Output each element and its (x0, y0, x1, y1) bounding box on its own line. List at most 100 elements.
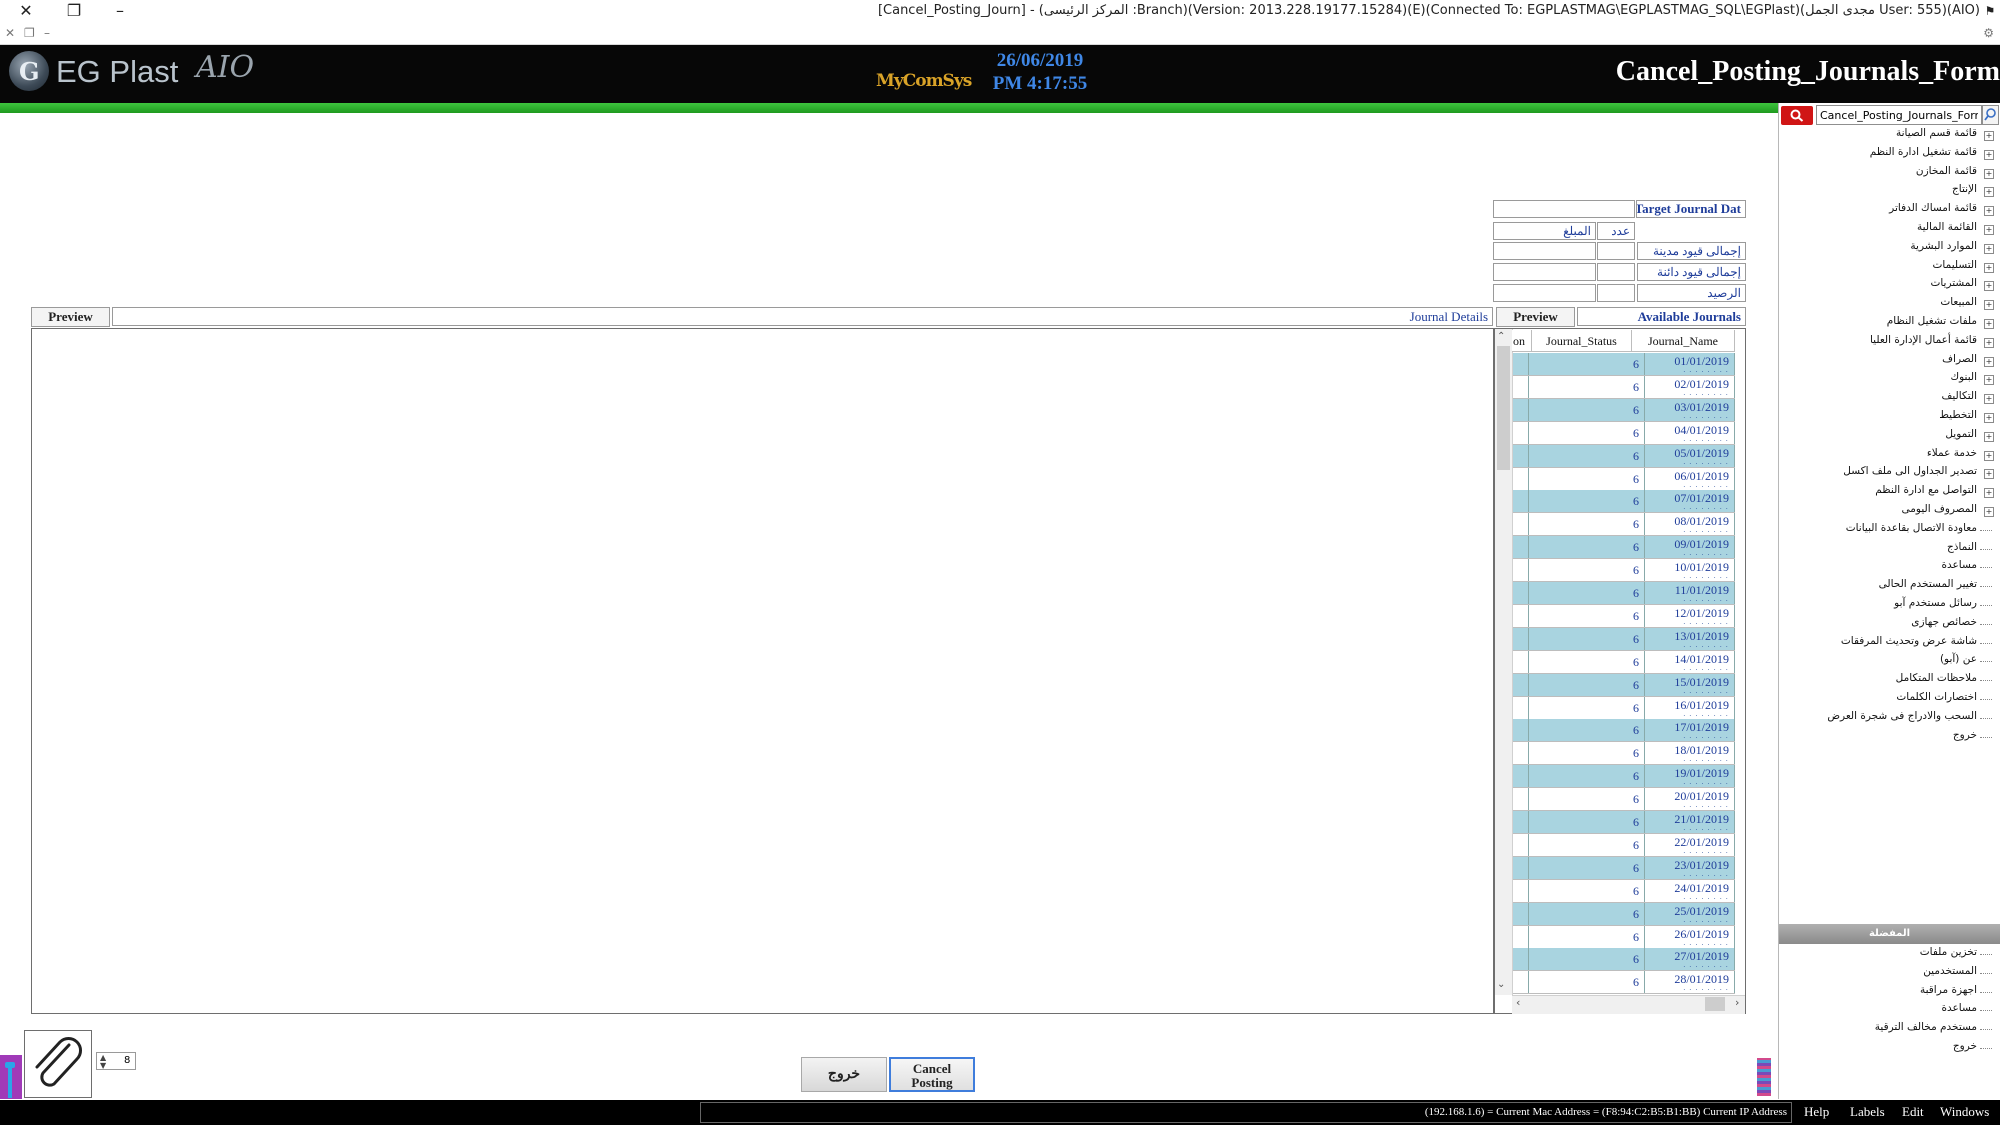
favorite-item[interactable]: المستخدمين (1923, 965, 1977, 977)
cancel-posting-button[interactable]: Cancel Posting (889, 1057, 975, 1092)
expand-icon[interactable]: + (1984, 168, 1994, 179)
menu-windows[interactable]: Windows (1940, 1104, 1989, 1120)
table-row[interactable]: 6 23/01/2019 · · · · · · · · (1513, 856, 1735, 880)
table-row[interactable]: 6 08/01/2019 · · · · · · · · (1513, 513, 1735, 537)
table-row[interactable]: 6 09/01/2019 · · · · · · · · (1513, 536, 1735, 560)
expand-icon[interactable]: + (1984, 281, 1994, 292)
tree-item[interactable]: المشتريات (1930, 277, 1977, 289)
search-go-button[interactable] (1982, 105, 1999, 125)
table-row[interactable]: 6 11/01/2019 · · · · · · · · (1513, 582, 1735, 605)
table-row[interactable]: 6 01/01/2019 · · · · · · · · (1513, 353, 1735, 376)
expand-icon[interactable]: + (1984, 450, 1994, 461)
tree-item[interactable]: تصدير الجداول الى ملف اكسل (1843, 465, 1977, 477)
tree-item[interactable]: خصائص جهازى (1911, 616, 1977, 628)
table-row[interactable]: 6 27/01/2019 · · · · · · · · (1513, 948, 1735, 972)
table-row[interactable]: 6 15/01/2019 · · · · · · · · (1513, 673, 1735, 697)
mdi-restore-icon[interactable]: ❐ (24, 26, 35, 40)
target-journal-date-input[interactable] (1493, 200, 1635, 218)
table-row[interactable]: 6 04/01/2019 · · · · · · · · (1513, 421, 1735, 445)
expand-icon[interactable]: + (1984, 131, 1994, 141)
details-preview-button[interactable]: Preview (31, 307, 110, 327)
expand-icon[interactable]: + (1984, 262, 1994, 273)
tree-item[interactable]: المبيعات (1940, 296, 1977, 308)
expand-icon[interactable]: + (1984, 337, 1994, 348)
tree-item[interactable]: قائمة امساك الدفاتر (1889, 202, 1977, 214)
tree-item[interactable]: رسائل مستخدم آبو (1894, 597, 1977, 609)
tree-item[interactable]: خدمة عملاء (1927, 447, 1977, 459)
expand-icon[interactable]: + (1984, 488, 1994, 499)
scroll-up-icon[interactable]: ⌃ (1497, 331, 1505, 342)
tree-item[interactable]: قائمة تشغيل ادارة النظم (1870, 146, 1977, 158)
summary-amount-field[interactable] (1493, 263, 1596, 281)
grid-vertical-scroll-thumb[interactable] (1497, 346, 1510, 470)
favorite-item[interactable]: مساعدة (1942, 1002, 1977, 1014)
tree-item[interactable]: خروج (1953, 729, 1977, 741)
scroll-right-icon[interactable]: › (1735, 996, 1739, 1009)
expand-icon[interactable]: + (1984, 225, 1994, 235)
expand-icon[interactable]: + (1984, 243, 1994, 254)
tree-item[interactable]: البنوك (1950, 371, 1977, 383)
journals-preview-button[interactable]: Preview (1496, 307, 1575, 327)
tree-item[interactable]: التمويل (1945, 428, 1977, 440)
grid-horizontal-scroll-thumb[interactable] (1705, 997, 1725, 1011)
table-row[interactable]: 6 19/01/2019 · · · · · · · · (1513, 765, 1735, 789)
expand-icon[interactable]: + (1984, 394, 1994, 405)
search-button[interactable] (1781, 106, 1813, 125)
attachment-button[interactable] (24, 1030, 92, 1098)
tree-item[interactable]: التواصل مع ادارة النظم (1875, 484, 1977, 496)
table-row[interactable]: 6 06/01/2019 · · · · · · · · (1513, 467, 1735, 491)
expand-icon[interactable]: + (1984, 375, 1994, 386)
tree-item[interactable]: النماذج (1947, 541, 1977, 553)
grid-header-extra[interactable]: on (1512, 330, 1532, 352)
expand-icon[interactable]: + (1984, 469, 1994, 480)
summary-count-field[interactable] (1597, 263, 1635, 281)
table-row[interactable]: 6 13/01/2019 · · · · · · · · (1513, 627, 1735, 651)
minimize-window-button[interactable]: – (100, 0, 140, 24)
tree-item[interactable]: ملاحظات المتكامل (1896, 672, 1977, 684)
close-window-button[interactable]: ✕ (6, 0, 46, 24)
tree-item[interactable]: المصروف اليومى (1902, 503, 1977, 515)
tree-item[interactable]: الإنتاج (1952, 183, 1977, 195)
grid-header-name[interactable]: Journal_Name (1632, 330, 1735, 352)
tree-item[interactable]: ملفات تشغيل النظام (1887, 315, 1977, 327)
exit-button[interactable]: خروج (801, 1057, 887, 1092)
favorite-item[interactable]: اجهزة مراقبة (1920, 984, 1977, 996)
mdi-settings-icon[interactable]: ⚙ (1983, 26, 1994, 40)
table-row[interactable]: 6 26/01/2019 · · · · · · · · (1513, 925, 1735, 949)
table-row[interactable]: 6 17/01/2019 · · · · · · · · (1513, 719, 1735, 743)
expand-icon[interactable]: + (1984, 187, 1994, 198)
table-row[interactable]: 6 22/01/2019 · · · · · · · · (1513, 833, 1735, 857)
search-input[interactable] (1816, 105, 1982, 125)
tree-item[interactable]: تغيير المستخدم الحالى (1879, 578, 1977, 590)
tree-item[interactable]: عن (آبو) (1940, 653, 1977, 665)
menu-help[interactable]: Help (1804, 1104, 1829, 1120)
stepper-down-icon[interactable]: ▼ (100, 1061, 106, 1070)
table-row[interactable]: 6 18/01/2019 · · · · · · · · (1513, 742, 1735, 766)
tree-item[interactable]: السحب والادراج فى شجرة العرض (1827, 710, 1977, 722)
tree-item[interactable]: الصراف (1942, 353, 1977, 365)
table-row[interactable]: 6 25/01/2019 · · · · · · · · (1513, 902, 1735, 926)
tree-item[interactable]: قائمة قسم الصيانة (1896, 127, 1977, 139)
expand-icon[interactable]: + (1984, 300, 1994, 311)
expand-icon[interactable]: + (1984, 206, 1994, 217)
summary-amount-field[interactable] (1493, 284, 1596, 302)
tree-item[interactable]: قائمة أعمال الإدارة العليا (1870, 334, 1977, 346)
table-row[interactable]: 6 20/01/2019 · · · · · · · · (1513, 788, 1735, 812)
table-row[interactable]: 6 16/01/2019 · · · · · · · · (1513, 696, 1735, 720)
tree-item[interactable]: قائمة المخازن (1916, 165, 1977, 177)
tree-item[interactable]: التكاليف (1941, 390, 1977, 402)
table-row[interactable]: 6 10/01/2019 · · · · · · · · (1513, 559, 1735, 583)
table-row[interactable]: 6 12/01/2019 · · · · · · · · (1513, 604, 1735, 628)
expand-icon[interactable]: + (1984, 356, 1994, 367)
table-row[interactable]: 6 24/01/2019 · · · · · · · · (1513, 879, 1735, 903)
tree-item[interactable]: الموارد البشرية (1910, 240, 1977, 252)
tree-item[interactable]: مساعدة (1942, 559, 1977, 571)
favorite-item[interactable]: تخزين ملفات (1920, 946, 1977, 958)
scroll-down-icon[interactable]: ⌄ (1497, 979, 1505, 990)
summary-count-field[interactable] (1597, 284, 1635, 302)
tree-item[interactable]: معاودة الاتصال بقاعدة البيانات (1846, 522, 1977, 534)
table-row[interactable]: 6 03/01/2019 · · · · · · · · (1513, 398, 1735, 422)
summary-amount-field[interactable] (1493, 242, 1596, 260)
table-row[interactable]: 6 05/01/2019 · · · · · · · · (1513, 444, 1735, 468)
table-row[interactable]: 6 21/01/2019 · · · · · · · · (1513, 811, 1735, 834)
